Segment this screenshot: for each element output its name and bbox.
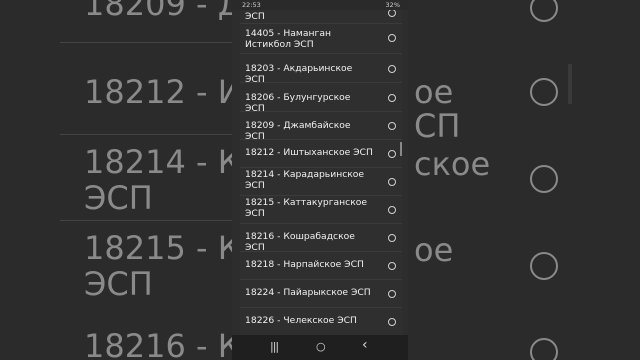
radio-icon[interactable] [388, 234, 396, 242]
list-item-label: ЭСП [245, 11, 265, 22]
radio-icon[interactable] [388, 206, 396, 214]
phone-screen: 22:53 32% ЭСП 14405 - Наманган Истикбол … [232, 0, 408, 360]
bg-divider [60, 134, 232, 135]
bg-radio-icon [530, 165, 558, 193]
list-item[interactable]: 18206 - Булунгурское ЭСП [240, 83, 402, 114]
radio-icon[interactable] [388, 262, 396, 270]
list-item-label: 18203 - Акдарьинское ЭСП [245, 63, 353, 85]
list-item-label: 14405 - Наманган Истикбол ЭСП [245, 28, 331, 50]
list-item[interactable]: 18218 - Нарпайское ЭСП [240, 251, 402, 280]
list-item[interactable]: 18212 - Иштыханское ЭСП [240, 139, 402, 168]
radio-icon[interactable] [388, 318, 396, 326]
battery-text: 32% [385, 1, 400, 9]
bg-scrollbar [568, 64, 572, 104]
radio-icon[interactable] [388, 10, 396, 17]
list-item-label: 18212 - Иштыханское ЭСП [245, 147, 373, 158]
list-item[interactable]: 18214 - Карадарьинское ЭСП [240, 167, 402, 196]
radio-icon[interactable] [388, 122, 396, 130]
back-icon[interactable]: ‹ [362, 338, 368, 352]
bg-text: 18212 - И [84, 73, 232, 111]
bg-text: 18215 - К [84, 229, 232, 267]
list-item[interactable]: 18209 - Джамбайское ЭСП [240, 111, 402, 142]
bg-text: 18214 - К [84, 143, 232, 181]
radio-icon[interactable] [388, 178, 396, 186]
bg-divider [60, 42, 232, 43]
radio-icon[interactable] [388, 65, 396, 73]
radio-icon[interactable] [388, 290, 396, 298]
background-left-panel: 18209 - Д 18212 - И 18214 - К ЭСП 18215 … [0, 0, 232, 360]
list-item[interactable]: 18203 - Акдарьинское ЭСП [240, 54, 402, 85]
bg-radio-icon [530, 0, 558, 22]
list-item-label: 18226 - Челекское ЭСП [245, 315, 357, 326]
bg-text: ское [414, 145, 491, 183]
bg-radio-icon [530, 78, 558, 106]
list-item-label: 18215 - Каттакурганское ЭСП [245, 197, 368, 219]
list-item[interactable]: 18215 - Каттакурганское ЭСП [240, 195, 402, 224]
bg-radio-icon [530, 338, 558, 360]
background-right-panel: ое СП ское ое [408, 0, 640, 360]
radio-icon[interactable] [388, 150, 396, 158]
bg-text: ое [414, 231, 454, 269]
recent-apps-icon[interactable]: ||| [270, 341, 279, 353]
status-bar: 22:53 32% [232, 0, 408, 10]
radio-icon[interactable] [388, 34, 396, 42]
bg-divider [60, 220, 232, 221]
list-item[interactable]: ЭСП [240, 10, 402, 24]
bg-radio-icon [530, 252, 558, 280]
home-icon[interactable]: ○ [316, 341, 326, 353]
radio-icon[interactable] [388, 94, 396, 102]
list-item-label: 18218 - Нарпайское ЭСП [245, 259, 364, 270]
list-item[interactable]: 18216 - Кошрабадское ЭСП [240, 223, 402, 253]
status-time: 22:53 [242, 1, 261, 9]
list-item[interactable]: 18224 - Пайарыкское ЭСП [240, 279, 402, 308]
bg-text: ЭСП [84, 179, 153, 217]
list-item-label: 18214 - Карадарьинское ЭСП [245, 169, 365, 191]
bg-text: ое [414, 73, 454, 111]
list-scrollbar[interactable] [400, 142, 402, 156]
bg-text: СП [414, 107, 461, 145]
list-item-label: 18216 - Кошрабадское ЭСП [245, 231, 355, 253]
options-list[interactable]: ЭСП 14405 - Наманган Истикбол ЭСП 18203 … [240, 10, 402, 335]
list-item[interactable]: 18226 - Челекское ЭСП [240, 307, 402, 335]
navigation-bar: ||| ○ ‹ [232, 335, 408, 360]
list-item-label: 18224 - Пайарыкское ЭСП [245, 287, 371, 298]
bg-text: ЭСП [84, 265, 153, 303]
list-item[interactable]: 14405 - Наманган Истикбол ЭСП [240, 23, 402, 54]
bg-text: 18216 - К [84, 327, 232, 360]
bg-text: 18209 - Д [84, 0, 232, 23]
